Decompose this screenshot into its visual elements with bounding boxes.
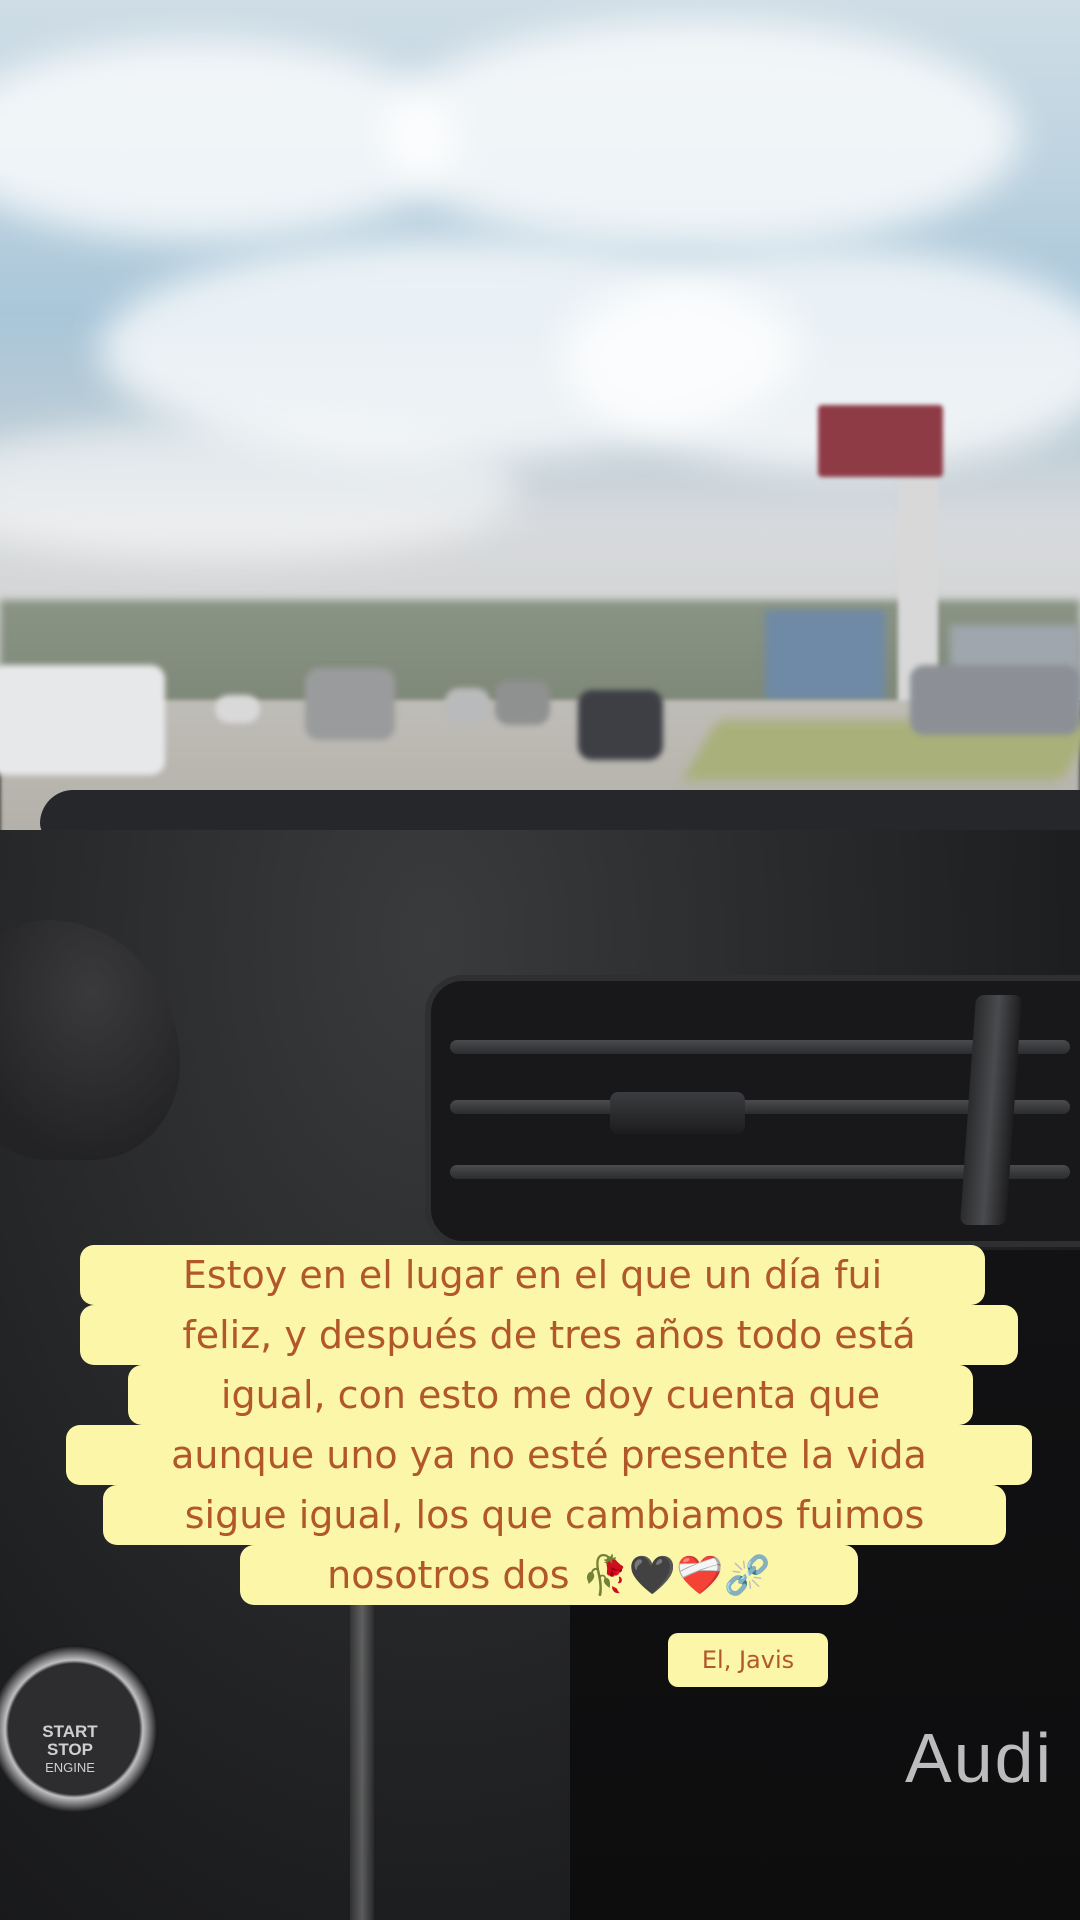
caption-line: igual, con esto me doy cuenta que: [128, 1365, 973, 1425]
signature-badge: El, Javis: [668, 1633, 828, 1687]
caption-line: sigue igual, los que cambiamos fuimos: [103, 1485, 1006, 1545]
caption-line: nosotros dos 🥀🖤❤️‍🩹⛓️‍💥: [240, 1545, 858, 1605]
caption-line: aunque uno ya no esté presente la vida: [66, 1425, 1032, 1485]
caption-line: feliz, y después de tres años todo está: [80, 1305, 1018, 1365]
caption-line: Estoy en el lugar en el que un día fui: [80, 1245, 985, 1305]
caption-overlay: Estoy en el lugar en el que un día fui f…: [0, 0, 1080, 1920]
